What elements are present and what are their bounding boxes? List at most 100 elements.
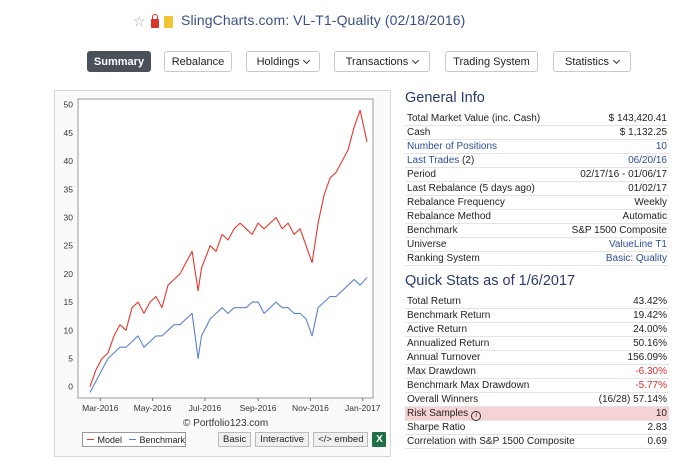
last-trades-count: (2) [462, 155, 475, 166]
info-row-cash: Cash $ 1,132.25 [405, 126, 669, 140]
stat-row-annual-turnover: Annual Turnover 156.09% [405, 351, 669, 365]
legend-benchmark-label: Benchmark [139, 434, 185, 445]
page-title: SlingCharts.com: VL-T1-Quality (02/18/20… [181, 12, 466, 28]
last-trades-link[interactable]: Last Trades [407, 155, 459, 166]
y-tick-label: 10 [64, 325, 74, 335]
chart-credit: © Portfolio123.com [183, 418, 269, 429]
info-row-total-market-value: Total Market Value (inc. Cash) $ 143,420.… [405, 112, 669, 126]
row-label: Cash [407, 127, 431, 138]
tab-trading-system[interactable]: Trading System [445, 51, 538, 72]
title-bar: ☆ SlingCharts.com: VL-T1-Quality (02/18/… [0, 0, 690, 40]
row-label: Sharpe Ratio [407, 422, 466, 433]
y-tick-label: 50 [64, 100, 74, 110]
row-value: 10 [655, 408, 667, 419]
row-value: $ 1,132.25 [619, 127, 667, 138]
row-value: 0.69 [647, 436, 667, 447]
y-tick-label: 0 [68, 382, 73, 392]
row-value[interactable]: 10 [656, 140, 667, 153]
tab-label: Summary [93, 55, 145, 68]
row-value: 19.42% [633, 310, 667, 321]
row-label: Correlation with S&P 1500 Composite [407, 436, 575, 447]
note-icon [163, 15, 173, 28]
tab-label: Rebalance [171, 55, 225, 68]
row-value: 24.00% [633, 324, 667, 335]
lock-icon [150, 13, 159, 28]
plot-area [77, 98, 374, 399]
row-label: Overall Winners [407, 394, 479, 405]
number-of-positions-link[interactable]: Number of Positions [407, 140, 497, 153]
tab-summary[interactable]: Summary [87, 51, 151, 72]
row-label: Last Trades (2) [407, 154, 474, 167]
tab-label: Trading System [453, 55, 530, 68]
chevron-down-icon [412, 56, 420, 64]
performance-chart[interactable]: 0 5 10 15 20 25 30 35 40 45 50 Mar-2016 May-2016 Jul-… [55, 91, 392, 421]
star-icon[interactable]: ☆ [133, 13, 146, 30]
row-value: 50.16% [633, 338, 667, 349]
row-label: Benchmark Max Drawdown [407, 380, 530, 391]
row-label: Benchmark Return [407, 310, 491, 321]
row-label: Universe [407, 239, 447, 250]
info-row-rebalance-frequency: Rebalance Frequency Weekly [405, 196, 669, 210]
stat-row-total-return: Total Return 43.42% [405, 295, 669, 309]
row-label: Ranking System [407, 253, 480, 264]
row-value: 01/02/17 [628, 183, 667, 194]
x-tick-label: Jul-2016 [189, 403, 222, 413]
tab-rebalance[interactable]: Rebalance [164, 51, 232, 72]
general-info-title: General Info [405, 90, 485, 106]
row-label: Period [407, 169, 436, 180]
row-value: (16/28) 57.14% [598, 394, 667, 405]
info-row-universe[interactable]: Universe ValueLine T1 [405, 238, 669, 252]
row-label: Total Return [407, 296, 461, 307]
last-trades-date-link[interactable]: 06/20/16 [628, 154, 667, 167]
row-value: Automatic [622, 211, 667, 222]
x-tick-label: Sep-2016 [240, 403, 277, 413]
tab-transactions[interactable]: Transactions [334, 51, 430, 72]
chart-buttons: Basic Interactive </> embed X [218, 432, 387, 447]
universe-link[interactable]: ValueLine T1 [609, 238, 667, 251]
model-legend-swatch [87, 439, 95, 440]
basic-button[interactable]: Basic [218, 432, 252, 447]
excel-icon[interactable]: X [372, 432, 387, 447]
row-label: Rebalance Method [407, 211, 491, 222]
tab-holdings[interactable]: Holdings [246, 51, 320, 72]
row-label: Total Market Value (inc. Cash) [407, 113, 541, 124]
row-value: 02/17/16 - 01/06/17 [580, 169, 667, 180]
ranking-system-link[interactable]: Basic: Quality [606, 252, 667, 265]
stat-row-max-drawdown: Max Drawdown -6.30% [405, 365, 669, 379]
chevron-down-icon [612, 56, 621, 64]
info-icon[interactable]: i [471, 411, 482, 421]
chart-legend: Model Benchmark [82, 432, 186, 447]
row-value: $ 143,420.41 [608, 113, 667, 124]
chart-panel: 0 5 10 15 20 25 30 35 40 45 50 Mar-2016 May-2016 Jul-… [54, 90, 391, 457]
row-value: -6.30% [635, 366, 667, 377]
stat-row-benchmark-max-drawdown: Benchmark Max Drawdown -5.77% [405, 379, 669, 393]
stat-row-overall-winners: Overall Winners (16/28) 57.14% [405, 393, 669, 407]
embed-button[interactable]: </> embed [313, 432, 369, 447]
info-row-number-of-positions[interactable]: Number of Positions 10 [405, 140, 669, 154]
stat-row-correlation: Correlation with S&P 1500 Composite 0.69 [405, 435, 669, 449]
tab-label: Holdings [256, 55, 300, 68]
info-row-period: Period 02/17/16 - 01/06/17 [405, 168, 669, 182]
row-label: Annual Turnover [407, 352, 481, 363]
legend-model-label: Model [97, 434, 122, 445]
row-label: Annualized Return [407, 338, 490, 349]
info-row-ranking-system[interactable]: Ranking System Basic: Quality [405, 252, 669, 266]
row-value: 2.83 [647, 422, 667, 433]
y-tick-label: 30 [64, 212, 74, 222]
y-tick-label: 25 [64, 241, 74, 251]
risk-samples-label: Risk Samples [407, 408, 469, 419]
row-value: S&P 1500 Composite [571, 225, 667, 236]
row-label: Risk Samples i [407, 407, 482, 421]
x-tick-label: May-2016 [134, 403, 172, 413]
stat-row-benchmark-return: Benchmark Return 19.42% [405, 309, 669, 323]
tab-statistics[interactable]: Statistics [553, 51, 631, 72]
row-value: -5.77% [635, 380, 667, 391]
interactive-button[interactable]: Interactive [255, 432, 310, 447]
y-tick-label: 45 [64, 128, 74, 138]
x-tick-label: Mar-2016 [82, 403, 119, 413]
stat-row-risk-samples: Risk Samples i 10 [405, 407, 669, 421]
row-value: Weekly [634, 197, 667, 208]
x-tick-label: Nov-2016 [292, 403, 329, 413]
info-row-last-rebalance: Last Rebalance (5 days ago) 01/02/17 [405, 182, 669, 196]
info-row-last-trades[interactable]: Last Trades (2) 06/20/16 [405, 154, 669, 168]
